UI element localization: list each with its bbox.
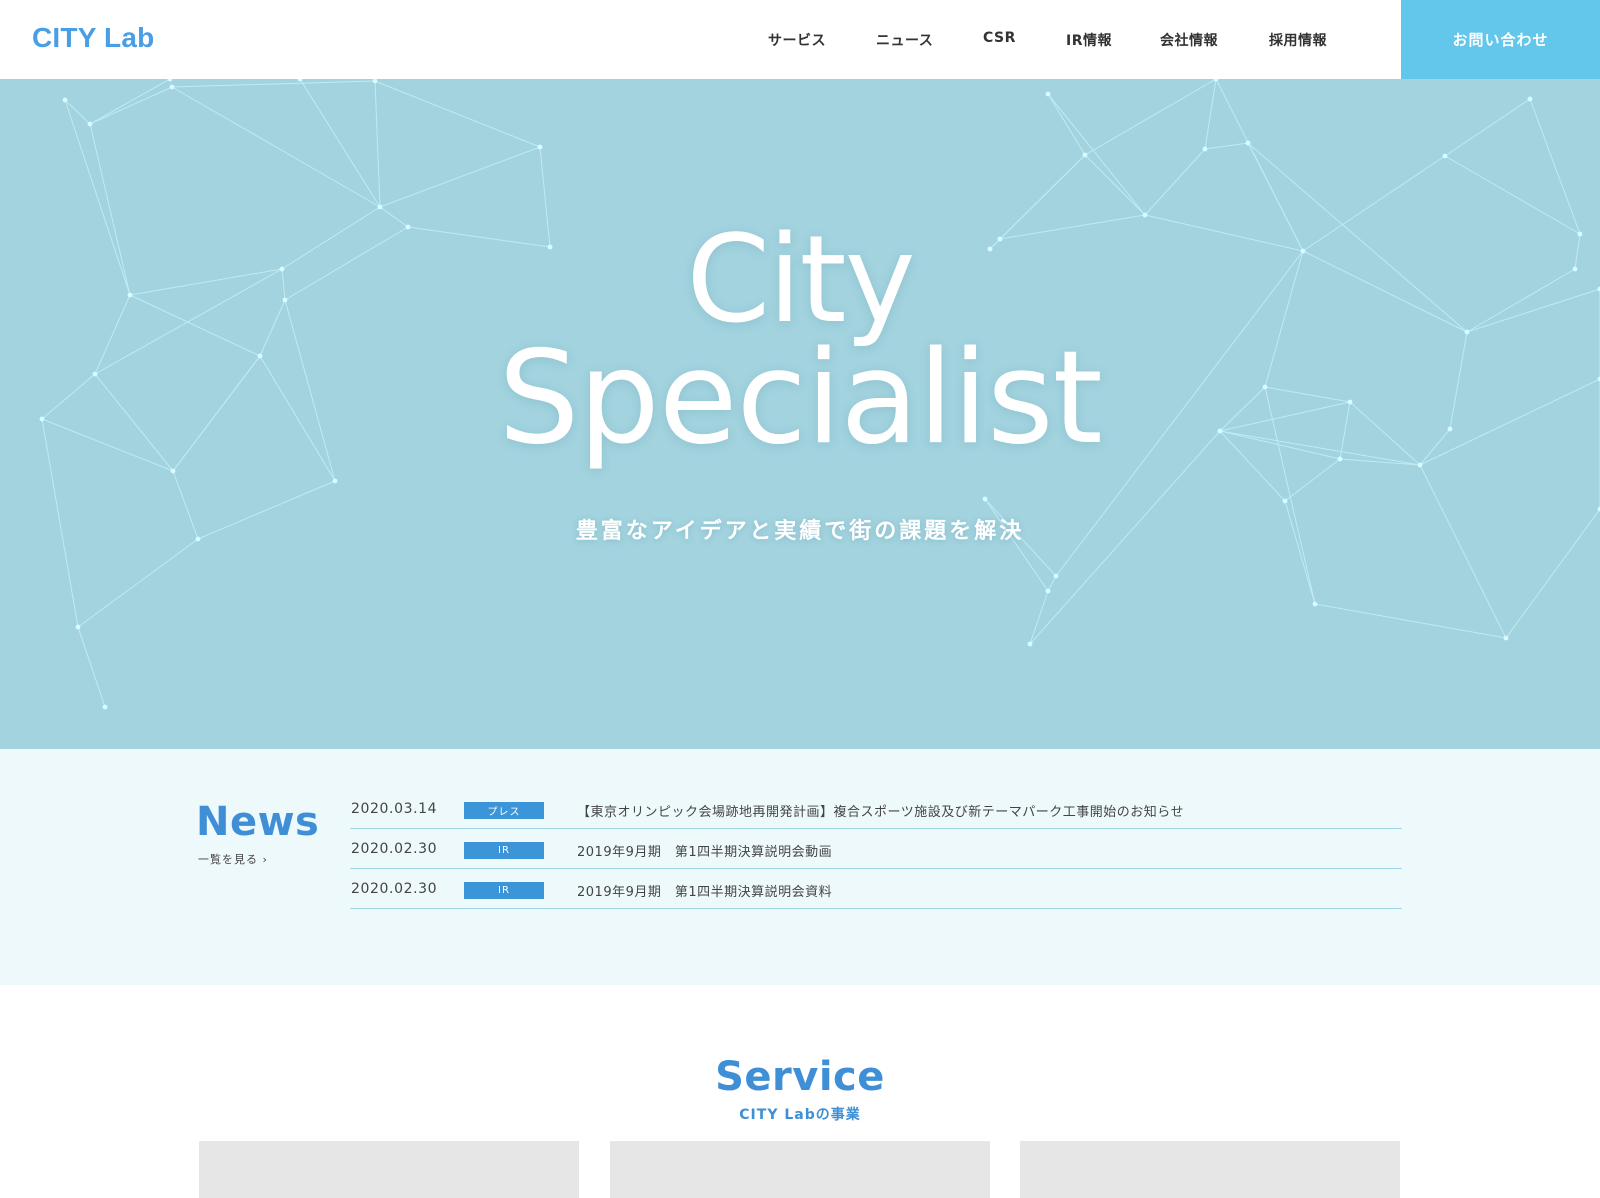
hero-title-line2: Specialist	[498, 324, 1103, 473]
network-node	[1027, 641, 1033, 647]
network-line	[1029, 590, 1049, 645]
network-node	[982, 496, 988, 502]
network-node	[102, 704, 108, 710]
network-node	[1082, 152, 1088, 158]
network-line	[1047, 93, 1086, 156]
site-logo[interactable]: CITY Lab	[32, 22, 154, 54]
network-line	[1084, 79, 1217, 156]
network-line	[1419, 464, 1507, 639]
network-node	[332, 478, 338, 484]
service-card[interactable]	[199, 1141, 579, 1198]
network-node	[75, 624, 81, 630]
news-tag-badge: IR	[464, 842, 544, 859]
service-card[interactable]	[1020, 1141, 1400, 1198]
network-line	[1204, 142, 1249, 150]
network-line	[171, 80, 376, 88]
network-node	[1503, 635, 1509, 641]
network-node	[169, 84, 175, 90]
network-line	[171, 86, 381, 208]
hero-section: City Specialist 豊富なアイデアと実績で街の課題を解決	[0, 79, 1600, 749]
network-node	[1142, 212, 1148, 218]
nav-item-csr[interactable]: CSR	[983, 30, 1016, 46]
news-date: 2020.02.30	[351, 841, 438, 857]
network-line	[1314, 603, 1507, 639]
news-section: News 一覧を見る › 2020.03.14 プレス 【東京オリンピック会場跡…	[0, 749, 1600, 985]
network-node	[377, 204, 383, 210]
network-line	[1444, 98, 1531, 157]
network-node	[1213, 79, 1219, 82]
news-item[interactable]: 2020.02.30 IR 2019年9月期 第1四半期決算説明会資料	[350, 869, 1402, 909]
news-item[interactable]: 2020.03.14 プレス 【東京オリンピック会場跡地再開発計画】複合スポーツ…	[350, 789, 1402, 829]
network-node	[170, 468, 176, 474]
news-title-link[interactable]: 2019年9月期 第1四半期決算説明会資料	[577, 881, 832, 900]
news-more-link[interactable]: 一覧を見る ›	[198, 851, 268, 867]
network-line	[77, 626, 106, 708]
hero-subtitle: 豊富なアイデアと実績で街の課題を解決	[575, 519, 1025, 544]
network-node	[1282, 498, 1288, 504]
news-tag-badge: プレス	[464, 802, 544, 819]
site-header: CITY Lab サービス ニュース CSR IR情報 会社情報 採用情報 お問…	[0, 0, 1600, 79]
network-line	[379, 146, 541, 208]
network-line	[374, 80, 381, 208]
news-heading: News	[196, 799, 320, 845]
network-node	[1045, 588, 1051, 594]
network-node	[1045, 91, 1051, 97]
network-node	[1417, 462, 1423, 468]
network-node	[1527, 96, 1533, 102]
network-node	[537, 144, 543, 150]
nav-item-news[interactable]: ニュース	[876, 30, 933, 50]
network-line	[299, 79, 381, 208]
network-line	[1144, 148, 1206, 216]
network-line	[1047, 93, 1146, 216]
network-node	[1053, 573, 1059, 579]
news-tag-badge: IR	[464, 882, 544, 899]
service-subheading: CITY Labの事業	[739, 1107, 861, 1123]
network-node	[167, 79, 173, 82]
network-line	[77, 538, 199, 628]
network-line	[1204, 79, 1217, 150]
network-node	[372, 79, 378, 84]
network-node	[1202, 146, 1208, 152]
service-heading: Service	[715, 1054, 885, 1100]
news-title-link[interactable]: 【東京オリンピック会場跡地再開発計画】複合スポーツ施設及び新テーマパーク工事開始…	[577, 801, 1184, 820]
network-line	[1084, 154, 1146, 216]
network-line	[1529, 98, 1581, 235]
network-node	[1312, 601, 1318, 607]
network-node	[87, 121, 93, 127]
network-line	[1047, 575, 1057, 592]
network-node	[1245, 140, 1251, 146]
network-line	[89, 79, 171, 125]
news-list: 2020.03.14 プレス 【東京オリンピック会場跡地再開発計画】複合スポーツ…	[350, 789, 1402, 909]
news-date: 2020.02.30	[351, 881, 438, 897]
network-node	[62, 97, 68, 103]
nav-item-recruit[interactable]: 採用情報	[1269, 30, 1327, 50]
service-card[interactable]	[610, 1141, 990, 1198]
news-date: 2020.03.14	[351, 801, 438, 817]
nav-item-company[interactable]: 会社情報	[1160, 30, 1218, 50]
hero-title-line1: City	[686, 211, 915, 350]
network-line	[1284, 458, 1341, 502]
network-line	[374, 80, 541, 148]
nav-item-service[interactable]: サービス	[768, 30, 826, 50]
contact-button[interactable]: お問い合わせ	[1401, 0, 1600, 79]
news-title-link[interactable]: 2019年9月期 第1四半期決算説明会動画	[577, 841, 832, 860]
news-item[interactable]: 2020.02.30 IR 2019年9月期 第1四半期決算説明会動画	[350, 829, 1402, 869]
network-line	[89, 86, 173, 125]
nav-item-ir[interactable]: IR情報	[1066, 30, 1112, 50]
network-node	[1442, 153, 1448, 159]
